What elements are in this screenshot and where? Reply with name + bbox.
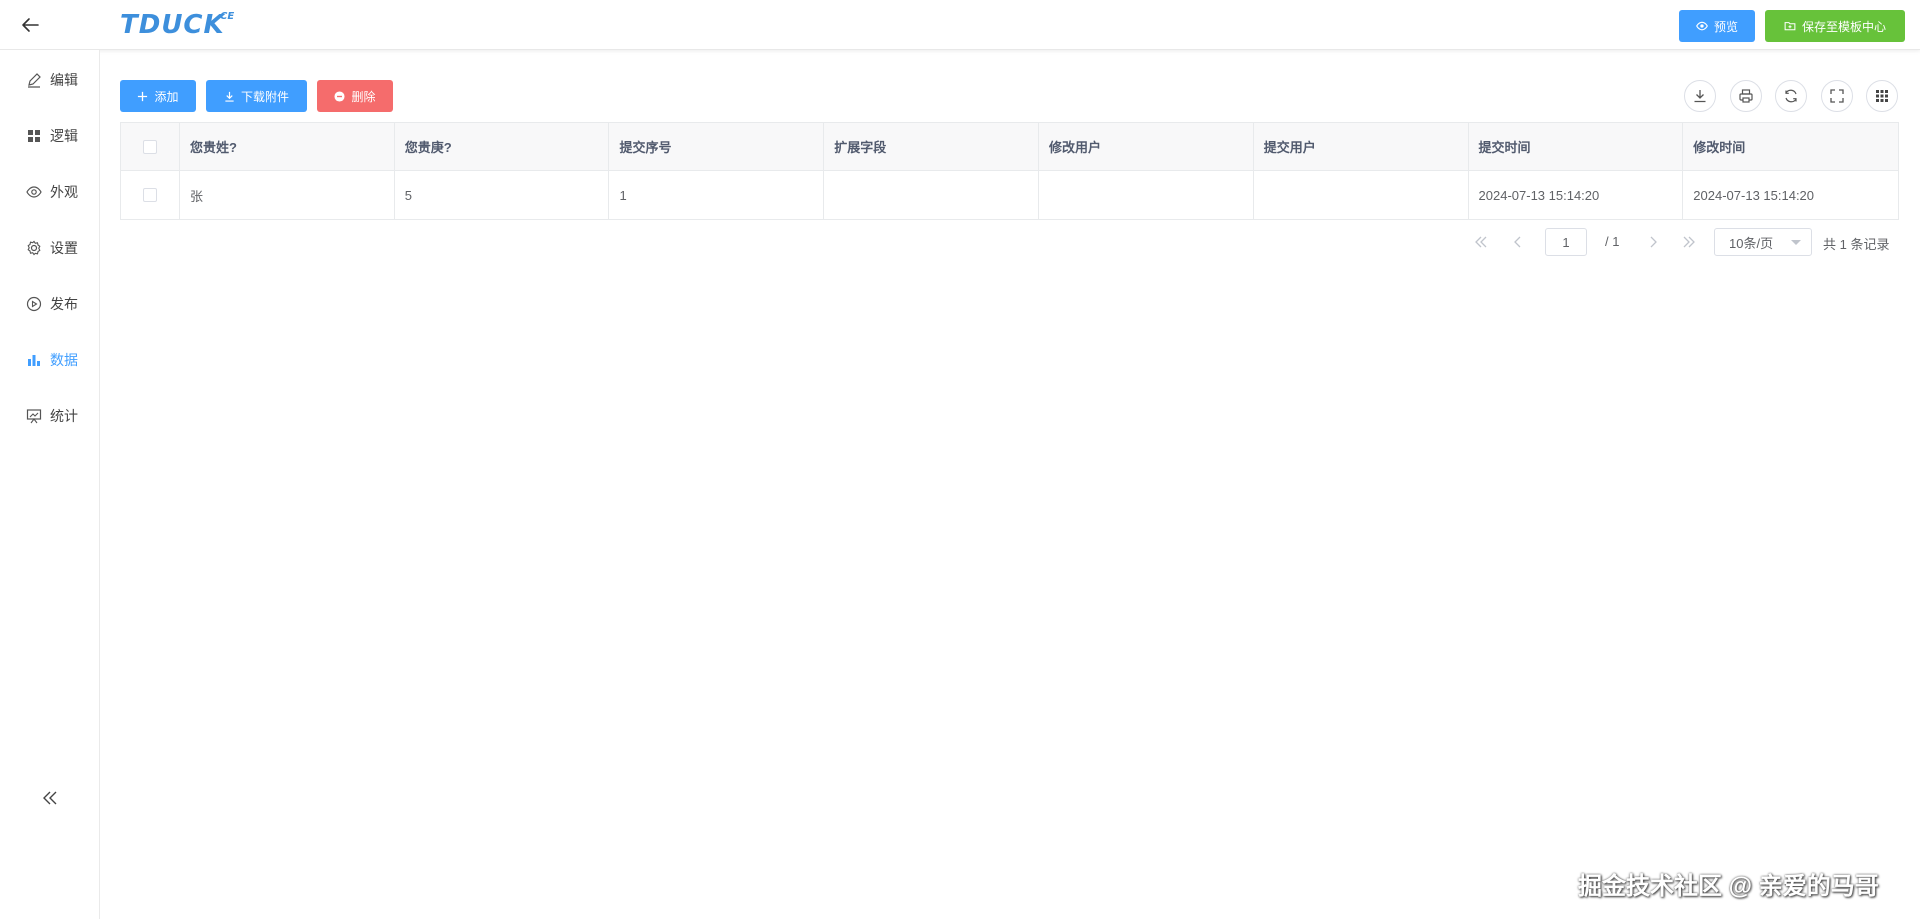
refresh-icon	[1785, 89, 1797, 103]
table-cell: 1	[609, 171, 825, 219]
eye-icon	[26, 186, 42, 198]
watermark-text: 掘金技术社区 @ 亲爱的马哥	[1578, 873, 1879, 900]
select-all-checkbox[interactable]	[142, 139, 157, 154]
sidebar-item-statistics[interactable]: 统计	[0, 401, 100, 431]
column-header[interactable]: 修改时间	[1683, 123, 1898, 170]
total-pages: / 1	[1605, 234, 1620, 249]
column-header[interactable]: 提交时间	[1469, 123, 1684, 170]
download-attachments-button[interactable]: 下载附件	[206, 80, 307, 112]
column-header[interactable]: 扩展字段	[824, 123, 1039, 170]
sidebar-item-label: 编辑	[50, 72, 78, 88]
minus-circle-icon	[334, 90, 346, 102]
sidebar-item-publish[interactable]: 发布	[0, 289, 100, 319]
grid-icon	[28, 130, 40, 142]
download-icon	[225, 91, 234, 102]
collapse-sidebar-icon[interactable]	[40, 788, 60, 808]
table-cell	[824, 171, 1039, 219]
sidebar-item-label: 设置	[50, 240, 78, 256]
column-header[interactable]: 您贵庚?	[395, 123, 610, 170]
table-cell: 2024-07-13 15:14:20	[1693, 187, 1815, 203]
edit-icon	[28, 73, 41, 88]
total-records: 共 1 条记录	[1823, 237, 1890, 252]
play-icon	[26, 296, 42, 312]
page-number-input[interactable]	[1545, 228, 1587, 256]
first-page-icon[interactable]	[1473, 234, 1489, 250]
row-checkbox-cell	[121, 171, 180, 219]
download-label: 下载附件	[240, 89, 289, 104]
sidebar-item-edit[interactable]: 编辑	[0, 65, 100, 95]
folder-icon	[1784, 22, 1796, 31]
refresh-button[interactable]	[1775, 80, 1807, 112]
prev-page-icon[interactable]	[1510, 234, 1526, 250]
fullscreen-button[interactable]	[1821, 80, 1853, 112]
bar-chart-icon	[28, 355, 40, 366]
header-checkbox-cell	[121, 123, 180, 170]
sidebar-item-logic[interactable]: 逻辑	[0, 121, 100, 151]
sidebar-item-settings[interactable]: 设置	[0, 233, 100, 263]
sidebar-item-label: 发布	[50, 296, 78, 312]
sidebar-item-appearance[interactable]: 外观	[0, 177, 100, 207]
column-settings-button[interactable]	[1866, 80, 1898, 112]
sidebar-item-label: 逻辑	[50, 128, 78, 144]
column-header[interactable]: 提交序号	[609, 123, 825, 170]
sidebar-item-label: 外观	[50, 184, 78, 200]
preview-label: 预览	[1713, 19, 1738, 34]
page-size-value: 10条/页	[1729, 235, 1774, 251]
last-page-icon[interactable]	[1681, 234, 1697, 250]
column-header[interactable]: 提交用户	[1254, 123, 1469, 170]
table-row[interactable]: 张 5 1 2024-07-13 15:14:20 2024-07-13 15:…	[121, 171, 1898, 219]
delete-button[interactable]: 删除	[317, 80, 393, 112]
back-arrow-icon[interactable]	[18, 13, 42, 37]
print-button[interactable]	[1730, 80, 1762, 112]
table-header-row: 您贵姓? 您贵庚? 提交序号 扩展字段 修改用户 提交用户 提交时间 修改时间	[121, 123, 1898, 171]
delete-label: 删除	[351, 89, 376, 104]
grid-icon	[1876, 90, 1888, 102]
sidebar-item-label: 统计	[50, 408, 78, 424]
presentation-icon	[26, 409, 42, 424]
fullscreen-icon	[1830, 89, 1844, 103]
add-label: 添加	[154, 89, 179, 104]
next-page-icon[interactable]	[1645, 234, 1661, 250]
download-icon	[1694, 90, 1706, 103]
tduck-logo: TDUCK CE	[120, 10, 235, 40]
row-checkbox[interactable]	[142, 188, 157, 202]
column-header[interactable]: 您贵姓?	[180, 123, 395, 170]
gear-icon	[27, 240, 41, 256]
column-header[interactable]: 修改用户	[1039, 123, 1254, 170]
table-cell: 2024-07-13 15:14:20	[1469, 171, 1684, 219]
table-cell: 5	[395, 171, 610, 219]
preview-button[interactable]: 预览	[1679, 10, 1755, 42]
export-button[interactable]	[1684, 80, 1716, 112]
left-sidebar: 编辑 逻辑 外观 设置 发布 数据 统计	[0, 50, 100, 919]
table-cell	[1039, 171, 1254, 219]
top-header: TDUCK CE 预览 保存至模板中心	[0, 0, 1920, 50]
eye-icon	[1696, 21, 1708, 31]
sidebar-item-data[interactable]: 数据	[0, 345, 100, 375]
page-size-select[interactable]: 10条/页	[1714, 228, 1812, 256]
plus-icon	[138, 91, 148, 101]
save-template-label: 保存至模板中心	[1801, 19, 1886, 34]
printer-icon	[1739, 89, 1753, 103]
add-button[interactable]: 添加	[120, 80, 196, 112]
table-cell: 张	[180, 171, 395, 219]
caret-down-icon	[1791, 240, 1801, 245]
data-table: 您贵姓? 您贵庚? 提交序号 扩展字段 修改用户 提交用户 提交时间 修改时间 …	[120, 122, 1899, 220]
table-cell	[1254, 171, 1469, 219]
save-to-template-button[interactable]: 保存至模板中心	[1765, 10, 1905, 42]
sidebar-item-label: 数据	[50, 352, 78, 368]
